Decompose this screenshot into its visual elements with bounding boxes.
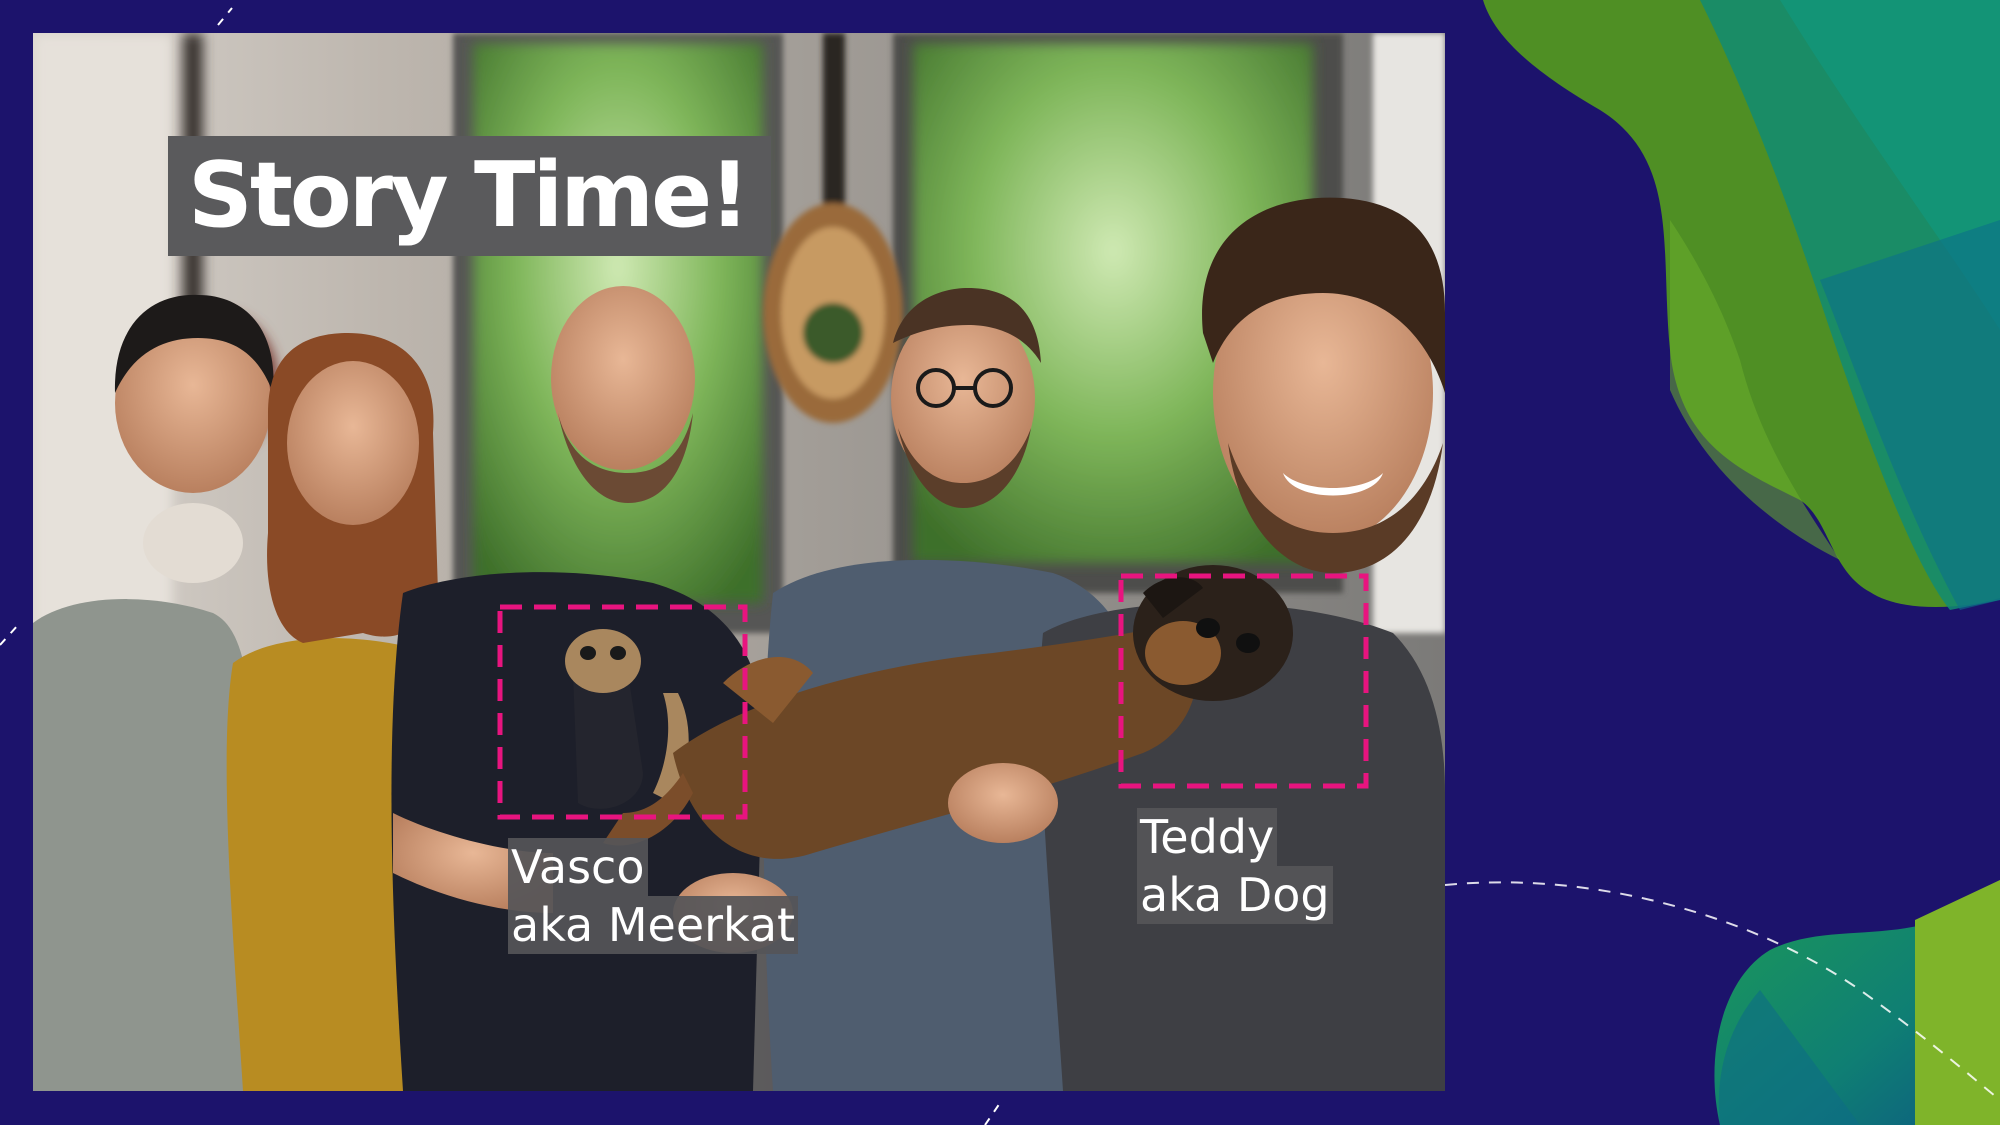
top-right-blob: [1483, 0, 2000, 610]
bottom-right-blob: [1714, 880, 2000, 1125]
dashed-curve-top: [217, 7, 233, 26]
dashed-curve-left: [0, 624, 19, 646]
dog-alias: aka Dog: [1137, 866, 1333, 924]
meerkat-name: Vasco: [508, 838, 648, 896]
slide-title: Story Time!: [168, 136, 772, 256]
slide: Story Time! Vasco aka Meerkat Teddy aka …: [0, 0, 2000, 1125]
meerkat-label: Vasco aka Meerkat: [508, 838, 799, 954]
dog-label: Teddy aka Dog: [1137, 808, 1333, 924]
dashed-curve-bottom: [984, 1099, 1003, 1125]
dog-name: Teddy: [1137, 808, 1278, 866]
meerkat-alias: aka Meerkat: [508, 896, 799, 954]
